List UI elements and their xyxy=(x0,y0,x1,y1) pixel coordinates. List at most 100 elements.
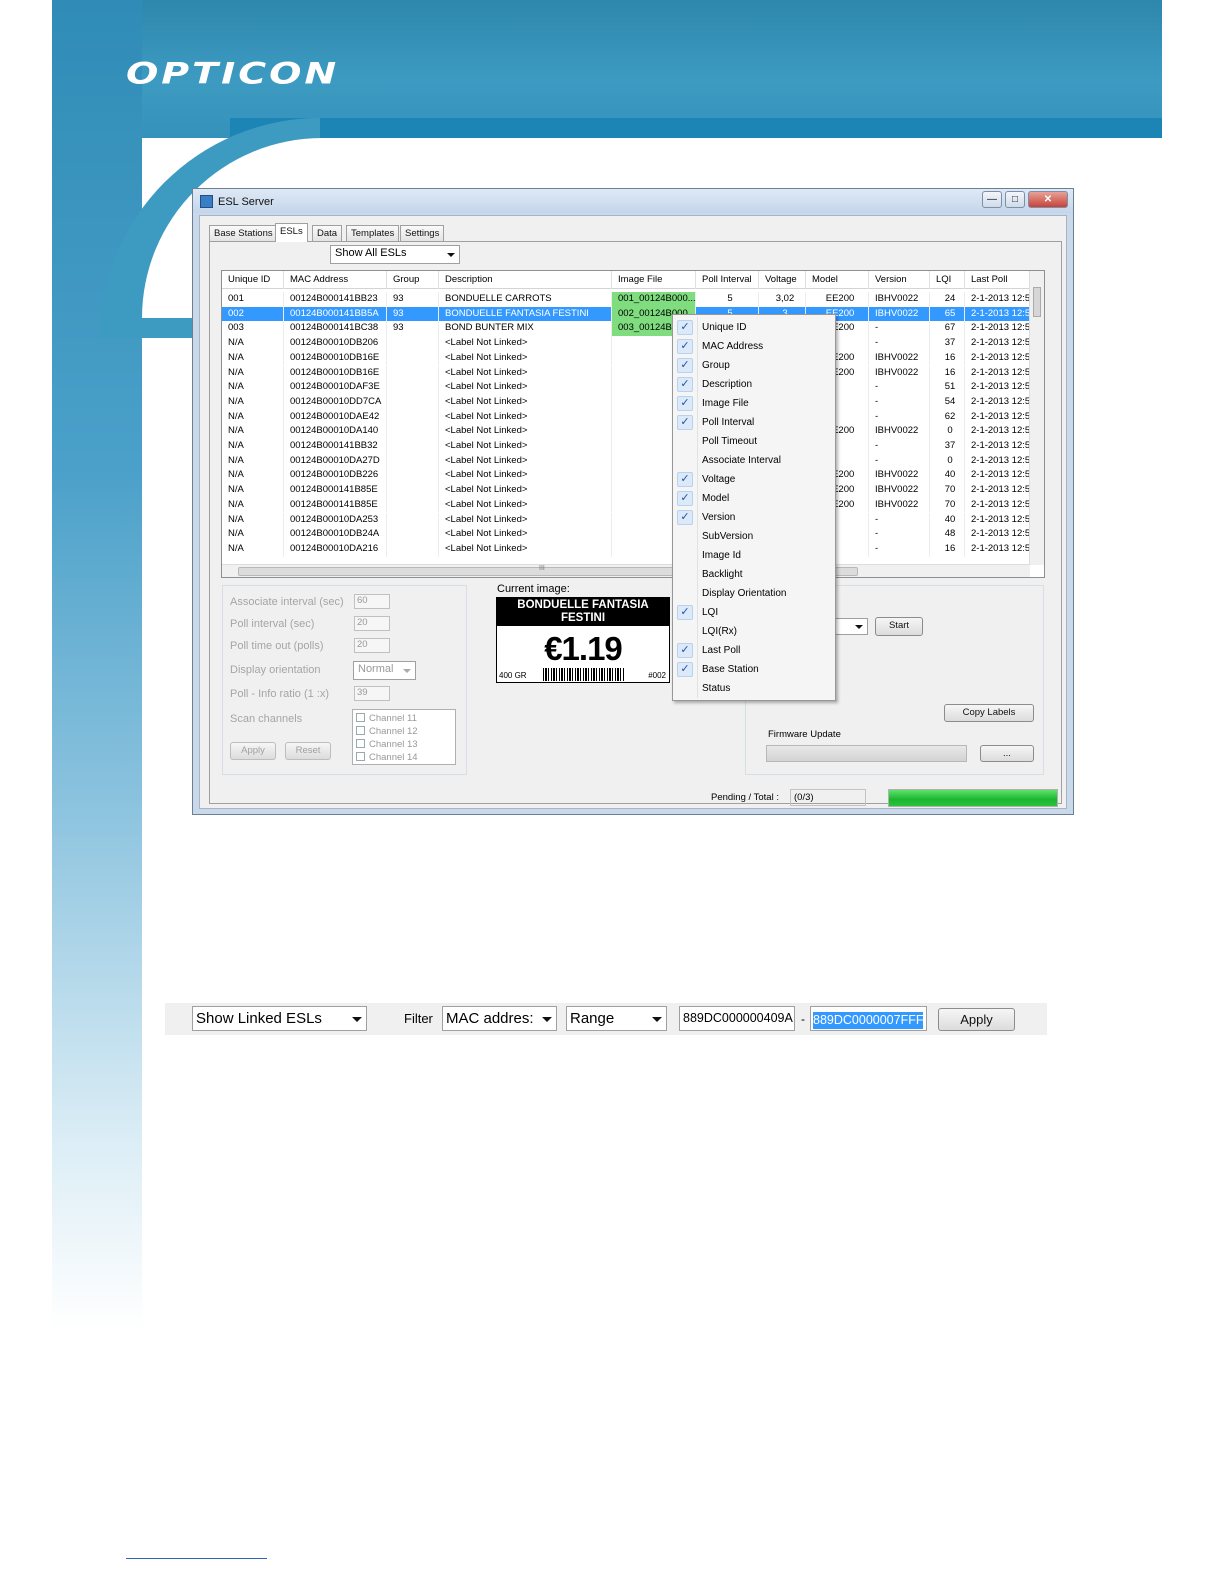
menu-item[interactable]: ✓ Model xyxy=(673,489,835,508)
menu-item[interactable]: SubVersion xyxy=(673,527,835,546)
table-cell: 00124B000141BB5A xyxy=(284,306,387,322)
minimize-button[interactable]: — xyxy=(982,191,1002,208)
column-header[interactable]: Poll Interval xyxy=(696,271,759,289)
table-row[interactable]: N/A 00124B000141B85E <Label Not Linked> EE2… xyxy=(222,497,1033,513)
table-row[interactable]: N/A 00124B00010DB16E <Label Not Linked> EE2… xyxy=(222,365,1033,381)
table-row[interactable]: N/A 00124B000141B85E <Label Not Linked> EE2… xyxy=(222,483,1033,498)
menu-item[interactable]: ✓ Group xyxy=(673,356,835,375)
tab-settings[interactable]: Settings xyxy=(400,225,445,241)
poll-interval-input[interactable]: 20 xyxy=(354,616,390,631)
esl-table[interactable]: Unique ID MAC Address Group Description Imag… xyxy=(221,270,1045,578)
table-cell: N/A xyxy=(222,380,284,395)
filter-apply-button[interactable]: Apply xyxy=(938,1008,1015,1031)
scan-channels-label: Scan channels xyxy=(230,713,303,725)
channel-item[interactable]: Channel 14 xyxy=(356,751,452,764)
column-header[interactable]: Version xyxy=(869,271,930,289)
app-icon xyxy=(200,195,213,208)
menu-item[interactable]: Image Id xyxy=(673,546,835,565)
table-row[interactable]: N/A 00124B00010DAE42 <Label Not Linked> -62… xyxy=(222,409,1033,425)
table-row[interactable]: N/A 00124B00010DB206 <Label Not Linked> -37… xyxy=(222,336,1033,351)
menu-item[interactable]: Backlight xyxy=(673,565,835,584)
range-from-input[interactable]: 889DC000000409A xyxy=(679,1006,795,1031)
menu-item[interactable]: ✓ Last Poll xyxy=(673,641,835,660)
table-row[interactable]: N/A 00124B00010DB226 <Label Not Linked> EE2… xyxy=(222,468,1033,484)
table-cell: 70 xyxy=(930,497,965,513)
table-row[interactable]: N/A 00124B00010DA140 <Label Not Linked> EE2… xyxy=(222,424,1033,439)
view-filter-dropdown[interactable]: Show All ESLs xyxy=(330,245,460,264)
menu-item[interactable]: Poll Timeout xyxy=(673,432,835,451)
column-header[interactable]: Model xyxy=(806,271,869,289)
tab-data[interactable]: Data xyxy=(312,225,343,241)
column-header[interactable]: Last Poll xyxy=(965,271,1033,289)
maximize-button[interactable]: □ xyxy=(1005,191,1025,208)
menu-item[interactable]: ✓ Image File xyxy=(673,394,835,413)
menu-item[interactable]: ✓ MAC Address xyxy=(673,337,835,356)
tab-base-stations[interactable]: Base Stations xyxy=(209,225,278,241)
table-row[interactable]: 003 00124B000141BC38 93 BOND BUNTER MIX 003_… xyxy=(222,321,1033,337)
menu-item[interactable]: ✓ LQI xyxy=(673,603,835,622)
table-row[interactable]: N/A 00124B00010DB24A <Label Not Linked> -48… xyxy=(222,527,1033,542)
display-orientation-select[interactable]: Normal xyxy=(353,661,416,680)
vertical-scroll-thumb[interactable] xyxy=(1033,287,1041,317)
filter-field-dropdown[interactable]: MAC addres: xyxy=(442,1006,557,1031)
scan-channels-list[interactable]: Channel 11 Channel 12 Channel 13 Channel… xyxy=(352,709,456,765)
associate-interval-input[interactable]: 60 xyxy=(354,594,390,609)
column-header[interactable]: Description xyxy=(439,271,612,289)
channel-item[interactable]: Channel 12 xyxy=(356,725,452,738)
scroll-grip: III xyxy=(539,565,545,572)
menu-item[interactable]: ✓ Unique ID xyxy=(673,318,835,337)
menu-item-label: Last Poll xyxy=(702,645,741,656)
table-cell: 2-1-2013 12:5 xyxy=(965,394,1033,410)
title-bar[interactable]: ESL Server — □ ✕ xyxy=(193,189,1073,213)
column-header[interactable]: MAC Address xyxy=(284,271,387,289)
horizontal-scrollbar[interactable]: III xyxy=(222,564,1030,577)
menu-item[interactable]: LQI(Rx) xyxy=(673,622,835,641)
menu-item[interactable]: ✓ Voltage xyxy=(673,470,835,489)
table-row[interactable]: N/A 00124B00010DAF3E <Label Not Linked> -51… xyxy=(222,380,1033,395)
tab-esls[interactable]: ESLs xyxy=(275,223,308,242)
table-cell: 62 xyxy=(930,409,965,425)
menu-item-label: Group xyxy=(702,360,730,371)
column-header[interactable]: Unique ID xyxy=(222,271,284,289)
start-button[interactable]: Start xyxy=(875,617,923,636)
preview-code: #002 xyxy=(648,671,666,680)
channel-item[interactable]: Channel 13 xyxy=(356,738,452,751)
filter-mode-dropdown[interactable]: Range xyxy=(566,1006,667,1031)
range-to-input[interactable]: 889DC0000007FFF xyxy=(810,1006,927,1031)
table-row[interactable]: 001 00124B000141BB23 93 BONDUELLE CARROTS 00… xyxy=(222,292,1033,307)
menu-item[interactable]: ✓ Poll Interval xyxy=(673,413,835,432)
browse-firmware-button[interactable]: ... xyxy=(980,745,1034,762)
column-header[interactable]: Image File xyxy=(612,271,696,289)
vertical-scrollbar[interactable] xyxy=(1029,271,1044,565)
column-header[interactable]: LQI xyxy=(930,271,965,289)
menu-item[interactable]: Status xyxy=(673,679,835,698)
table-row[interactable]: N/A 00124B00010DA27D <Label Not Linked> -0 2… xyxy=(222,453,1033,469)
poll-timeout-input[interactable]: 20 xyxy=(354,638,390,653)
table-row[interactable]: N/A 00124B00010DB16E <Label Not Linked> EE2… xyxy=(222,350,1033,366)
column-context-menu: ✓ Unique ID ✓ MAC Address ✓ Group ✓ Description… xyxy=(672,314,836,701)
column-header[interactable]: Group xyxy=(387,271,439,289)
window-title: ESL Server xyxy=(218,196,274,208)
table-row[interactable]: N/A 00124B000141BB32 <Label Not Linked> -37… xyxy=(222,439,1033,454)
table-cell: <Label Not Linked> xyxy=(439,541,612,557)
apply-settings-button[interactable]: Apply xyxy=(230,742,276,760)
table-row[interactable]: N/A 00124B00010DA253 <Label Not Linked> -40… xyxy=(222,512,1033,528)
menu-item[interactable]: ✓ Version xyxy=(673,508,835,527)
menu-item[interactable]: ✓ Base Station xyxy=(673,660,835,679)
table-cell: 24 xyxy=(930,292,965,307)
table-row[interactable]: N/A 00124B00010DA216 <Label Not Linked> -16… xyxy=(222,541,1033,557)
copy-labels-button[interactable]: Copy Labels xyxy=(944,704,1034,722)
channel-item[interactable]: Channel 11 xyxy=(356,712,452,725)
table-row[interactable]: 002 00124B000141BB5A 93 BONDUELLE FANTASIA … xyxy=(222,306,1033,322)
tab-templates[interactable]: Templates xyxy=(346,225,400,241)
menu-item[interactable]: Display Orientation xyxy=(673,584,835,603)
column-header[interactable]: Voltage xyxy=(759,271,806,289)
menu-item[interactable]: ✓ Description xyxy=(673,375,835,394)
menu-item[interactable]: Associate Interval xyxy=(673,451,835,470)
linked-view-dropdown[interactable]: Show Linked ESLs xyxy=(192,1006,367,1031)
close-button[interactable]: ✕ xyxy=(1028,191,1068,208)
table-cell: <Label Not Linked> xyxy=(439,439,612,454)
table-row[interactable]: N/A 00124B00010DD7CA <Label Not Linked> -54… xyxy=(222,394,1033,410)
poll-info-ratio-input[interactable]: 39 xyxy=(354,686,390,701)
reset-settings-button[interactable]: Reset xyxy=(285,742,331,760)
